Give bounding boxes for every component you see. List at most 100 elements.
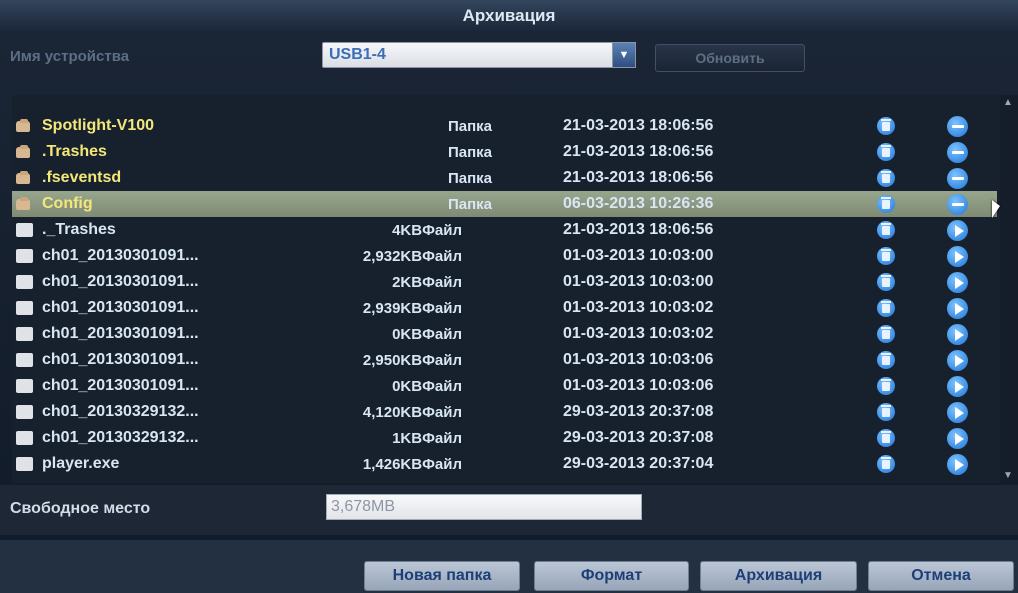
file-name: ._Trashes: [42, 221, 116, 238]
format-button[interactable]: Формат: [534, 561, 689, 591]
file-type: Файл: [422, 455, 462, 473]
play-icon[interactable]: [947, 324, 968, 345]
file-type: Файл: [422, 403, 462, 421]
backup-button[interactable]: Архивация: [700, 561, 857, 591]
file-row[interactable]: ch01_20130301091... 2,950KB Файл 01-03-2013…: [12, 347, 997, 373]
file-size: 4,120KB: [362, 403, 423, 421]
file-name: ch01_20130301091...: [42, 299, 199, 316]
new-folder-button[interactable]: Новая папка: [364, 561, 520, 591]
mouse-cursor-icon: [992, 200, 1000, 218]
file-name: .Trashes: [42, 143, 107, 160]
file-date: 29-03-2013 20:37:08: [563, 403, 714, 420]
file-name-cell: Spotlight-V100: [16, 113, 336, 139]
trash-icon[interactable]: [877, 195, 895, 213]
scroll-up-icon[interactable]: ▲: [1003, 97, 1013, 108]
trash-icon[interactable]: [877, 403, 895, 421]
file-size: 2,932KB: [362, 247, 423, 265]
play-icon[interactable]: [947, 376, 968, 397]
file-date: 29-03-2013 20:37:04: [563, 455, 714, 472]
trash-icon[interactable]: [877, 117, 895, 135]
device-select[interactable]: USB1-4 ▼: [322, 42, 636, 68]
file-name: ch01_20130329132...: [42, 403, 199, 420]
folder-icon: [16, 119, 34, 133]
trash-icon[interactable]: [877, 221, 895, 239]
refresh-button[interactable]: Обновить: [655, 44, 805, 72]
file-icon: [16, 405, 34, 419]
device-select-value: USB1-4: [329, 46, 386, 63]
file-row[interactable]: ._Trashes 4KB Файл 21-03-2013 18:06:56: [12, 217, 997, 243]
play-icon[interactable]: [947, 272, 968, 293]
window-title: Архивация: [462, 6, 556, 25]
file-list-scrollbar[interactable]: ▲ ▼: [1000, 95, 1018, 483]
trash-icon[interactable]: [877, 273, 895, 291]
folder-icon: [16, 145, 34, 159]
file-size: 2,939KB: [362, 299, 423, 317]
file-row[interactable]: ch01_20130329132... 1KB Файл 29-03-2013 20:…: [12, 425, 997, 451]
trash-icon[interactable]: [877, 325, 895, 343]
file-size-type: 1KB Файл: [322, 425, 462, 451]
file-name: ch01_20130301091...: [42, 273, 199, 290]
file-row[interactable]: .fseventsd Папка 21-03-2013 18:06:56: [12, 165, 997, 191]
file-size: 0KB: [392, 377, 423, 395]
play-icon[interactable]: [947, 350, 968, 371]
file-row[interactable]: .Trashes Папка 21-03-2013 18:06:56: [12, 139, 997, 165]
play-icon[interactable]: [947, 402, 968, 423]
file-date: 01-03-2013 10:03:00: [563, 247, 714, 264]
file-row[interactable]: ch01_20130301091... 0KB Файл 01-03-2013 10:…: [12, 321, 997, 347]
file-name: player.exe: [42, 455, 120, 472]
play-icon[interactable]: [947, 428, 968, 449]
trash-icon[interactable]: [877, 247, 895, 265]
file-size: 1,426KB: [362, 455, 423, 473]
file-list: Spotlight-V100 Папка 21-03-2013 18:06:56 .T…: [12, 95, 1016, 483]
backup-window: Архивация Имя устройства USB1-4 ▼ Обнови…: [0, 0, 1018, 593]
file-type: Папка: [447, 117, 492, 135]
file-row[interactable]: ch01_20130301091... 2,932KB Файл 01-03-2013…: [12, 243, 997, 269]
file-row[interactable]: Spotlight-V100 Папка 21-03-2013 18:06:56: [12, 113, 997, 139]
file-name: ch01_20130301091...: [42, 377, 199, 394]
trash-icon[interactable]: [877, 377, 895, 395]
play-icon[interactable]: [947, 298, 968, 319]
trash-icon[interactable]: [877, 143, 895, 161]
file-name-cell: ch01_20130329132...: [16, 399, 336, 425]
file-type: Папка: [447, 169, 492, 187]
file-row[interactable]: ch01_20130329132... 4,120KB Файл 29-03-2013…: [12, 399, 997, 425]
file-type: Файл: [422, 351, 462, 369]
trash-icon[interactable]: [877, 299, 895, 317]
file-date: 29-03-2013 20:37:08: [563, 429, 714, 446]
trash-icon[interactable]: [877, 169, 895, 187]
file-row[interactable]: ch01_20130301091... 0KB Файл 01-03-2013 10:…: [12, 373, 997, 399]
file-date: 21-03-2013 18:06:56: [563, 221, 714, 238]
file-size: 4KB: [392, 221, 423, 239]
enter-folder-icon[interactable]: [947, 142, 968, 163]
play-icon[interactable]: [947, 246, 968, 267]
trash-icon[interactable]: [877, 351, 895, 369]
trash-icon[interactable]: [877, 455, 895, 473]
file-row[interactable]: ch01_20130301091... 2KB Файл 01-03-2013 10:…: [12, 269, 997, 295]
file-type: Файл: [422, 221, 462, 239]
file-row[interactable]: ch01_20130301091... 2,939KB Файл 01-03-2013…: [12, 295, 997, 321]
file-name: ch01_20130329132...: [42, 429, 199, 446]
file-name: ch01_20130301091...: [42, 351, 199, 368]
file-row[interactable]: player.exe 1,426KB Файл 29-03-2013 20:37:04: [12, 451, 997, 477]
enter-folder-icon[interactable]: [947, 168, 968, 189]
file-type: Файл: [422, 325, 462, 343]
file-name-cell: ch01_20130329132...: [16, 425, 336, 451]
cancel-button[interactable]: Отмена: [868, 561, 1014, 591]
file-size-type: 4,120KB Файл: [322, 399, 462, 425]
file-row[interactable]: Config Папка 06-03-2013 10:26:36: [12, 191, 997, 217]
play-icon[interactable]: [947, 220, 968, 241]
chevron-down-icon[interactable]: ▼: [612, 42, 636, 68]
play-icon[interactable]: [947, 454, 968, 475]
title-bar: Архивация: [0, 0, 1018, 32]
file-size-type: 2,939KB Файл: [322, 295, 462, 321]
file-type: Файл: [422, 429, 462, 447]
scroll-down-icon[interactable]: ▼: [1003, 470, 1013, 481]
free-space-field: 3,678MB: [326, 494, 642, 520]
enter-folder-icon[interactable]: [947, 194, 968, 215]
file-name-cell: ch01_20130301091...: [16, 347, 336, 373]
file-type: Папка: [447, 143, 492, 161]
free-space-label: Свободное место: [10, 500, 151, 517]
enter-folder-icon[interactable]: [947, 116, 968, 137]
trash-icon[interactable]: [877, 429, 895, 447]
file-date: 01-03-2013 10:03:02: [563, 325, 714, 342]
